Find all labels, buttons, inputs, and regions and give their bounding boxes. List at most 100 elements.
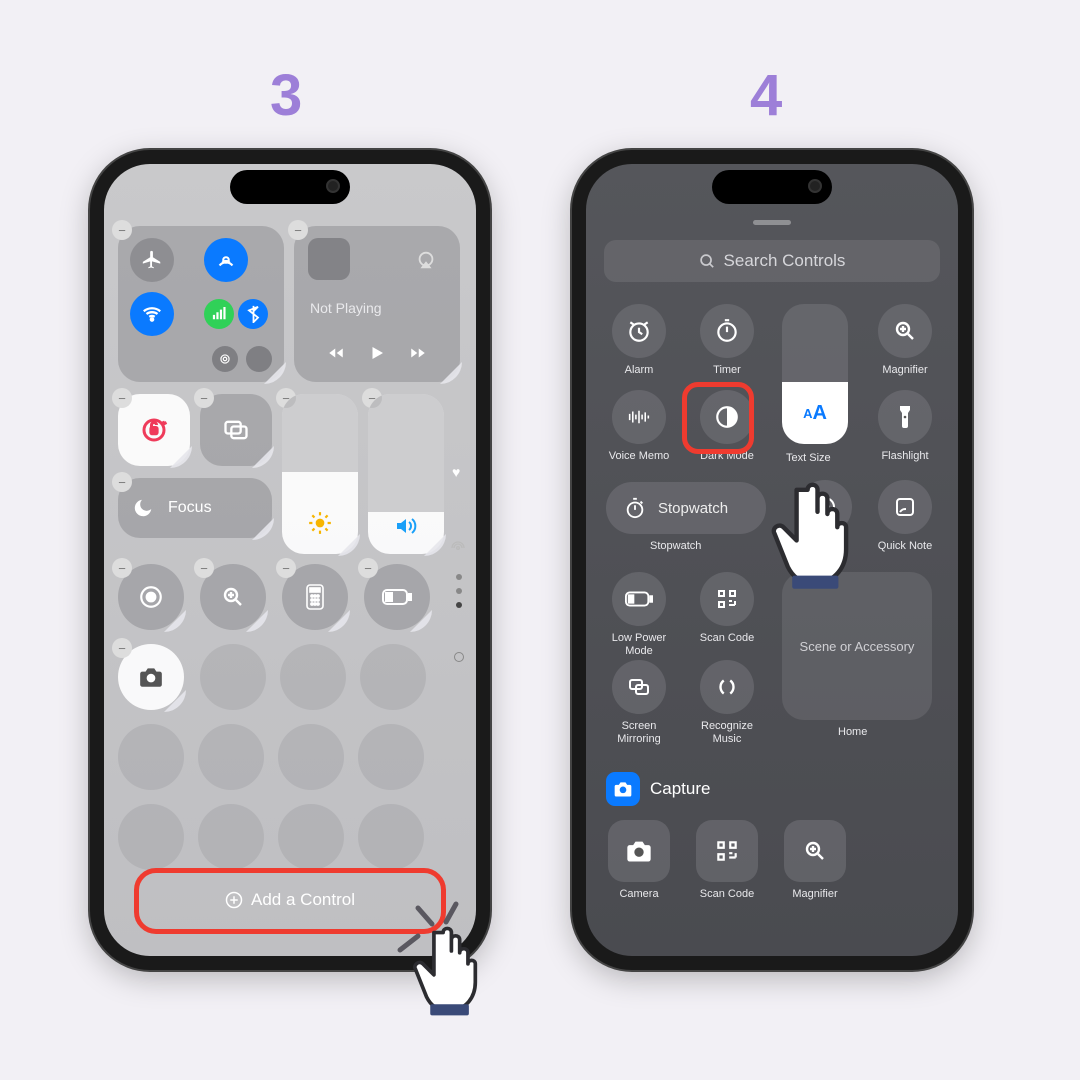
control-low-power[interactable]: Low Power Mode	[600, 572, 678, 657]
remove-icon[interactable]	[112, 472, 132, 492]
note-icon	[893, 495, 917, 519]
record-icon	[138, 584, 164, 610]
control-camera[interactable]: Camera	[600, 820, 678, 901]
wifi-icon[interactable]	[130, 292, 174, 336]
capture-app-icon	[606, 772, 640, 806]
camera-icon	[138, 666, 164, 688]
remove-icon[interactable]	[288, 220, 308, 240]
waveform-icon	[625, 407, 653, 427]
stopwatch-label: Stopwatch	[650, 540, 701, 552]
search-icon	[699, 253, 716, 270]
control-scan-code-2[interactable]: Scan Code	[688, 820, 766, 901]
remove-icon[interactable]	[194, 388, 214, 408]
control-screen-record-2[interactable]	[786, 480, 864, 534]
control-recognize-music[interactable]: Recognize Music	[688, 660, 766, 745]
mirror-icon	[222, 416, 250, 444]
record-icon	[813, 495, 837, 519]
low-power-tile[interactable]	[364, 564, 430, 630]
mirror-icon	[627, 675, 651, 699]
media-controls[interactable]	[294, 344, 460, 362]
rewind-icon[interactable]	[326, 344, 346, 362]
heart-icon: ♥	[452, 464, 460, 480]
dark-mode-icon	[714, 404, 740, 430]
add-control-label: Add a Control	[251, 890, 355, 910]
control-quick-note[interactable]: Quick Note	[866, 480, 944, 553]
stopwatch-icon	[624, 497, 646, 519]
control-dark-mode[interactable]: Dark Mode	[688, 390, 766, 463]
magnifier-tile[interactable]	[200, 564, 266, 630]
phone-step-4: Search Controls Alarm Timer Magnifier AA…	[572, 150, 972, 970]
control-text-size[interactable]: AA	[782, 304, 848, 444]
flashlight-icon	[898, 404, 912, 430]
search-placeholder: Search Controls	[724, 251, 846, 271]
dynamic-island	[230, 170, 350, 204]
controls-library: Search Controls Alarm Timer Magnifier AA…	[586, 164, 958, 956]
volume-slider[interactable]	[368, 394, 444, 554]
camera-tile[interactable]	[118, 644, 184, 710]
page-dots	[456, 574, 462, 608]
control-alarm[interactable]: Alarm	[600, 304, 678, 377]
control-magnifier[interactable]: Magnifier	[866, 304, 944, 377]
step-label-3: 3	[270, 62, 302, 129]
remove-icon[interactable]	[276, 558, 296, 578]
signal-icon	[450, 540, 466, 556]
control-flashlight[interactable]: Flashlight	[866, 390, 944, 463]
magnifier-icon	[803, 839, 827, 863]
brightness-slider[interactable]	[282, 394, 358, 554]
dynamic-island	[712, 170, 832, 204]
control-timer[interactable]: Timer	[688, 304, 766, 377]
focus-tile[interactable]: Focus	[118, 478, 272, 538]
control-screen-mirroring[interactable]: Screen Mirroring	[600, 660, 678, 745]
airplay-icon[interactable]	[404, 238, 448, 282]
vpn-icon[interactable]	[246, 346, 272, 372]
plus-circle-icon	[225, 891, 243, 909]
magnifier-icon	[893, 319, 917, 343]
calculator-tile[interactable]	[282, 564, 348, 630]
control-magnifier-2[interactable]: Magnifier	[776, 820, 854, 901]
remove-icon[interactable]	[112, 220, 132, 240]
calculator-icon	[304, 584, 326, 610]
control-stopwatch[interactable]: Stopwatch	[606, 482, 766, 534]
forward-icon[interactable]	[408, 344, 428, 362]
control-voice-memo[interactable]: Voice Memo	[600, 390, 678, 463]
airplane-icon[interactable]	[130, 238, 174, 282]
alarm-icon	[626, 318, 652, 344]
remove-icon[interactable]	[112, 638, 132, 658]
shazam-icon	[714, 674, 740, 700]
orientation-lock[interactable]	[118, 394, 190, 466]
control-center-edit: Not Playing	[104, 164, 476, 956]
screen-record[interactable]	[118, 564, 184, 630]
moon-icon	[132, 497, 154, 519]
play-icon[interactable]	[368, 344, 386, 362]
remove-icon[interactable]	[194, 558, 214, 578]
qr-icon	[715, 587, 739, 611]
remove-icon[interactable]	[112, 558, 132, 578]
search-controls[interactable]: Search Controls	[604, 240, 940, 282]
screen-mirroring-tile[interactable]	[200, 394, 272, 466]
lock-rotation-icon	[139, 415, 169, 445]
bluetooth-icon[interactable]	[238, 299, 268, 329]
battery-icon	[382, 588, 412, 606]
control-scan-code[interactable]: Scan Code	[688, 572, 766, 645]
speaker-icon	[392, 514, 420, 538]
timer-icon	[714, 318, 740, 344]
sheet-grabber[interactable]	[753, 220, 791, 225]
control-scene-accessory[interactable]: Scene or Accessory	[782, 572, 932, 720]
remove-icon[interactable]	[112, 388, 132, 408]
text-size-label: Text Size	[786, 452, 831, 464]
focus-label: Focus	[168, 499, 212, 517]
album-art	[308, 238, 350, 280]
add-a-control-button[interactable]: Add a Control	[144, 874, 436, 926]
airdrop-icon[interactable]	[204, 238, 248, 282]
media-tile[interactable]: Not Playing	[294, 226, 460, 382]
sun-icon	[307, 510, 333, 536]
home-label: Home	[838, 726, 867, 738]
step-label-4: 4	[750, 62, 782, 129]
connectivity-tile[interactable]	[118, 226, 284, 382]
qr-icon	[714, 838, 740, 864]
cellular-icon[interactable]	[204, 299, 234, 329]
hotspot-icon[interactable]	[212, 346, 238, 372]
capture-section: Capture	[606, 772, 710, 806]
camera-icon	[625, 839, 653, 863]
remove-icon[interactable]	[358, 558, 378, 578]
